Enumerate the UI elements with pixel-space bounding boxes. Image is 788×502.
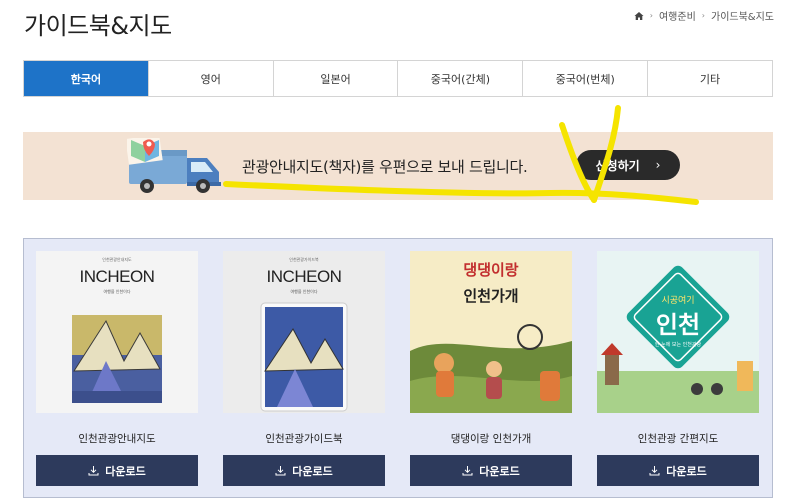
guidebook-title: 댕댕이랑 인천가개	[450, 433, 532, 445]
apply-button-label: 신청하기	[595, 158, 640, 173]
guidebook-card: 댕댕이랑 인천가개 댕댕이랑 인천가개 다운로드	[410, 251, 572, 486]
cover-heading-line1: 댕댕이랑	[463, 261, 519, 279]
download-icon	[88, 466, 99, 476]
mail-delivery-banner: 관광안내지도(책자)를 우편으로 보내 드립니다. 신청하기 ›	[23, 132, 773, 200]
apply-button[interactable]: 신청하기 ›	[576, 150, 680, 180]
cover-subtitle: 인천관광안내지도	[102, 257, 132, 262]
cover-caption: 한 눈에 보는 인천관광	[654, 342, 702, 348]
download-button-label: 다운로드	[292, 464, 333, 478]
tab-other[interactable]: 기타	[647, 61, 772, 96]
guidebook-title: 인천관광가이드북	[265, 433, 343, 445]
chevron-right-icon: ›	[701, 11, 705, 20]
home-icon[interactable]	[634, 11, 644, 21]
chevron-right-icon: ›	[649, 11, 653, 20]
download-button[interactable]: 다운로드	[36, 455, 198, 486]
download-button-label: 다운로드	[666, 464, 707, 478]
cover-caption: 여행을 인천이다	[103, 289, 131, 294]
delivery-truck-icon	[127, 138, 221, 193]
download-button[interactable]: 다운로드	[223, 455, 385, 486]
banner-message: 관광안내지도(책자)를 우편으로 보내 드립니다.	[242, 158, 528, 176]
guidebook-title: 인천관광안내지도	[78, 433, 156, 445]
breadcrumb-item-current[interactable]: 가이드북&지도	[711, 8, 774, 23]
download-icon	[462, 466, 473, 476]
guidebook-title: 인천관광 간편지도	[637, 433, 719, 445]
breadcrumb-item[interactable]: 여행준비	[659, 8, 696, 23]
download-icon	[649, 466, 660, 476]
cover-heading-line2: 인천가개	[463, 287, 519, 305]
breadcrumb: › 여행준비 › 가이드북&지도	[634, 8, 774, 23]
tab-japanese[interactable]: 일본어	[272, 61, 398, 96]
guidebook-cover-image[interactable]: 시공여기 인천 한 눈에 보는 인천관광	[597, 251, 759, 413]
download-button-label: 다운로드	[105, 464, 146, 478]
language-tabs: 한국어 영어 일본어 중국어(간체) 중국어(번체) 기타	[23, 60, 773, 97]
chevron-right-icon: ›	[655, 158, 661, 172]
guidebook-card: 시공여기 인천 한 눈에 보는 인천관광 인천관광 간편지도 다운로드	[597, 251, 759, 486]
tab-chinese-simplified[interactable]: 중국어(간체)	[397, 61, 523, 96]
cover-heading: INCHEON	[266, 267, 342, 286]
download-button[interactable]: 다운로드	[597, 455, 759, 486]
guidebook-card: 인천관광가이드북 INCHEON 여행을 인천이다 인천관광가이드북 다운로드	[223, 251, 385, 486]
tab-chinese-traditional[interactable]: 중국어(번체)	[522, 61, 648, 96]
tab-korean[interactable]: 한국어	[24, 61, 148, 96]
download-button-label: 다운로드	[479, 464, 520, 478]
guidebook-card: 인천관광안내지도 INCHEON 여행을 인천이다 인천관광안내지도 다운로드	[36, 251, 198, 486]
cover-heading: 인천	[655, 311, 701, 339]
cover-heading: INCHEON	[79, 267, 155, 286]
download-icon	[275, 466, 286, 476]
guidebook-cover-image[interactable]: 댕댕이랑 인천가개	[410, 251, 572, 413]
guidebook-cover-image[interactable]: 인천관광가이드북 INCHEON 여행을 인천이다	[223, 251, 385, 413]
guidebook-list: 인천관광안내지도 INCHEON 여행을 인천이다 인천관광안내지도 다운로드 …	[23, 238, 773, 498]
tab-english[interactable]: 영어	[147, 61, 273, 96]
guidebook-cover-image[interactable]: 인천관광안내지도 INCHEON 여행을 인천이다	[36, 251, 198, 413]
cover-subtitle: 인천관광가이드북	[289, 257, 319, 262]
cover-caption: 여행을 인천이다	[290, 289, 318, 294]
page-title: 가이드북&지도	[24, 12, 172, 40]
download-button[interactable]: 다운로드	[410, 455, 572, 486]
